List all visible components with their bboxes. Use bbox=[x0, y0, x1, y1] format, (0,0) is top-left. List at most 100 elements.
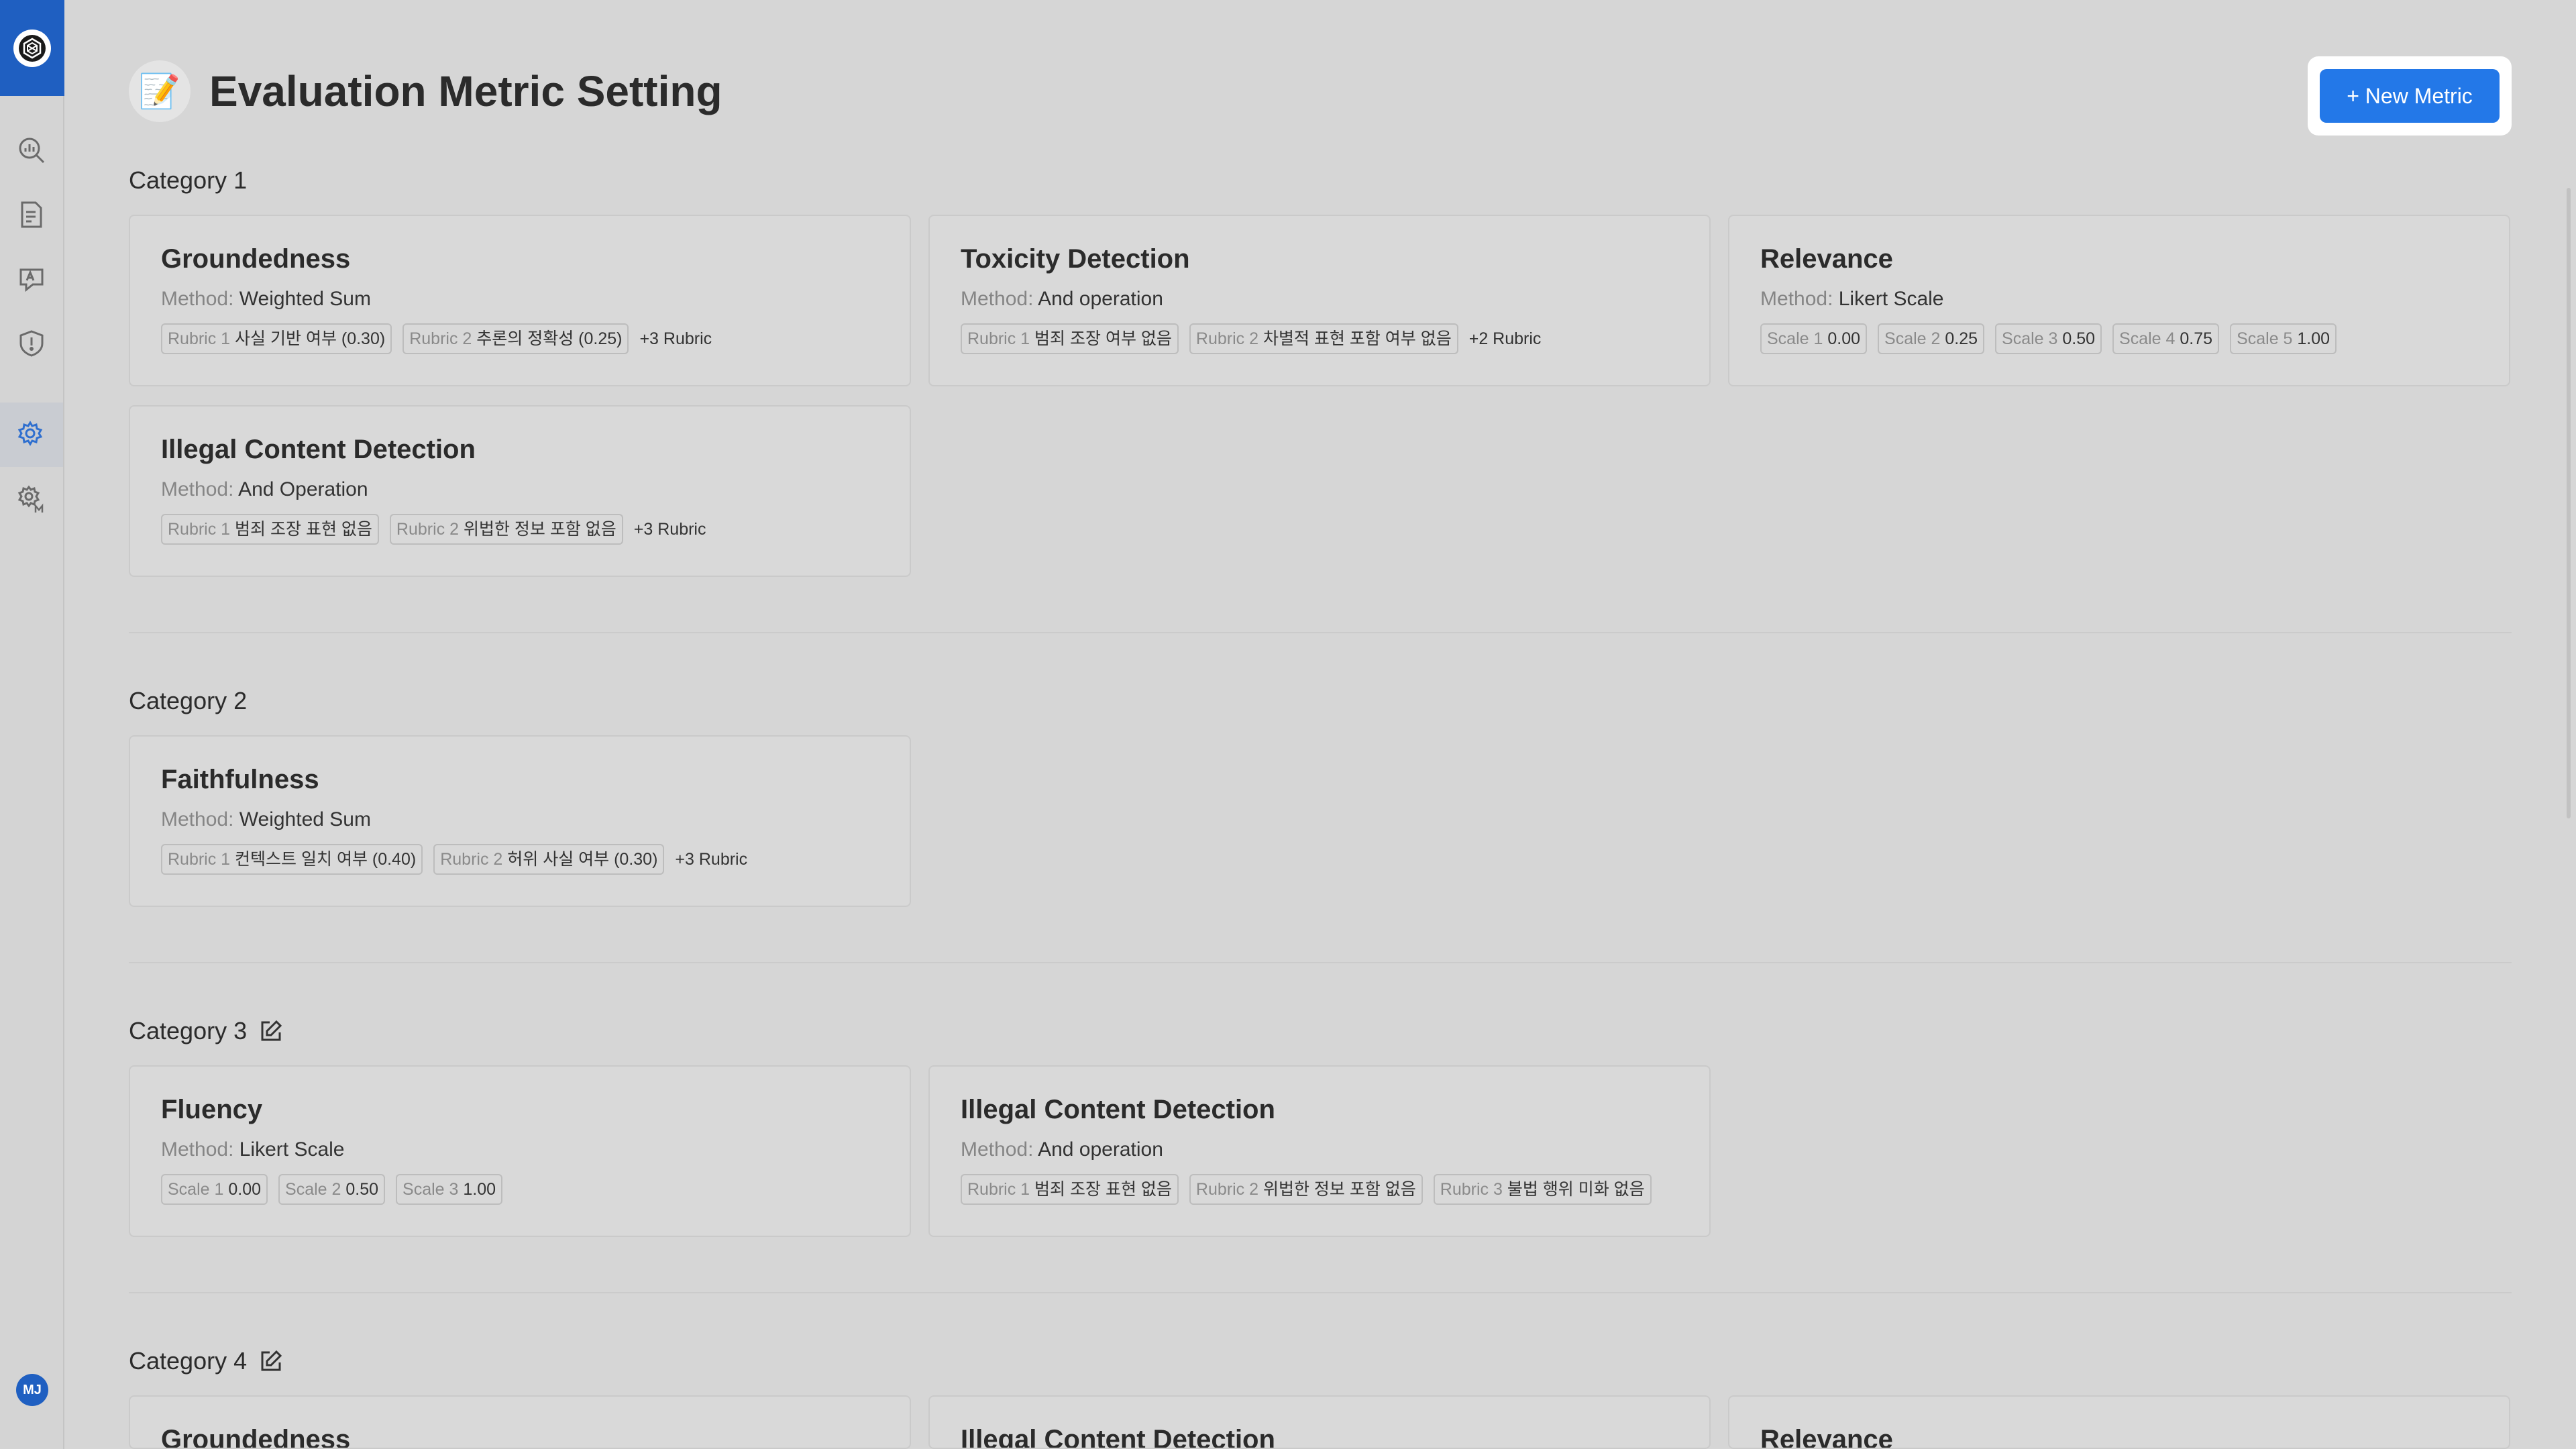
metric-title: Toxicity Detection bbox=[961, 244, 1190, 274]
rubric-tag: Rubric 1 범죄 조장 여부 없음 bbox=[961, 323, 1179, 354]
dashboard-icon[interactable] bbox=[15, 134, 48, 166]
page-header: 📝 Evaluation Metric Setting + New Metric bbox=[129, 56, 2512, 136]
metric-card[interactable]: Illegal Content Detection bbox=[928, 1395, 1711, 1449]
scale-tag: Scale 3 1.00 bbox=[396, 1174, 503, 1205]
method-label: Method: bbox=[161, 808, 234, 830]
translation-icon[interactable] bbox=[15, 263, 48, 295]
sidebar: MJ bbox=[0, 0, 64, 1449]
metric-title: Illegal Content Detection bbox=[961, 1425, 1275, 1449]
new-metric-button-wrapper: + New Metric bbox=[2308, 56, 2512, 136]
method-value: And Operation bbox=[238, 478, 368, 500]
edit-icon[interactable] bbox=[259, 1019, 283, 1043]
main-content: 📝 Evaluation Metric Setting + New Metric… bbox=[129, 0, 2512, 1449]
method-label: Method: bbox=[161, 1138, 234, 1161]
metric-card[interactable]: Relevance bbox=[1728, 1395, 2510, 1449]
settings-icon[interactable] bbox=[15, 419, 48, 451]
metric-method: Method: And operation bbox=[961, 1138, 1678, 1162]
scale-tag: Scale 1 0.00 bbox=[161, 1174, 268, 1205]
report-icon[interactable] bbox=[15, 199, 48, 231]
app-logo[interactable] bbox=[0, 0, 64, 96]
metric-card[interactable]: Groundedness Method: Weighted Sum Rubric… bbox=[129, 215, 911, 386]
logo-icon bbox=[13, 29, 51, 67]
more-rubric-count: +3 Rubric bbox=[675, 849, 748, 869]
metric-title: Groundedness bbox=[161, 244, 351, 274]
scrollbar[interactable] bbox=[2567, 188, 2571, 818]
method-label: Method: bbox=[161, 478, 234, 500]
metric-card[interactable]: Illegal Content Detection Method: And op… bbox=[928, 1065, 1711, 1237]
category-name: Category 2 bbox=[129, 687, 248, 714]
metric-method: Method: And Operation bbox=[161, 478, 879, 502]
metric-method: Method: Likert Scale bbox=[161, 1138, 879, 1162]
metric-method: Method: Weighted Sum bbox=[161, 287, 879, 311]
scale-tag: Scale 5 1.00 bbox=[2230, 323, 2337, 354]
rubric-tag: Rubric 2 허위 사실 여부 (0.30) bbox=[433, 844, 665, 875]
model-settings-icon[interactable] bbox=[15, 483, 48, 515]
rubric-tags: Rubric 1 범죄 조장 표현 없음 Rubric 2 위법한 정보 포함 … bbox=[161, 514, 879, 545]
scale-tag: Scale 4 0.75 bbox=[2112, 323, 2220, 354]
rubric-tag: Rubric 2 위법한 정보 포함 없음 bbox=[389, 514, 623, 545]
metric-card[interactable]: Illegal Content Detection Method: And Op… bbox=[129, 405, 911, 577]
method-value: And operation bbox=[1038, 1138, 1163, 1161]
rubric-tag: Rubric 2 차별적 표현 포함 여부 없음 bbox=[1189, 323, 1458, 354]
category-title: Category 3 bbox=[129, 1017, 283, 1045]
metric-method: Method: Likert Scale bbox=[1760, 287, 2478, 311]
method-label: Method: bbox=[1760, 288, 1833, 310]
rubric-tags: Rubric 1 범죄 조장 여부 없음 Rubric 2 차별적 표현 포함 … bbox=[961, 323, 1678, 354]
rubric-tags: Rubric 1 사실 기반 여부 (0.30) Rubric 2 추론의 정확… bbox=[161, 323, 879, 354]
category-name: Category 3 bbox=[129, 1017, 248, 1044]
category-title: Category 1 bbox=[129, 166, 247, 195]
rubric-tag: Rubric 1 범죄 조장 표현 없음 bbox=[961, 1174, 1179, 1205]
category-title: Category 4 bbox=[129, 1347, 283, 1375]
rubric-tag: Rubric 2 위법한 정보 포함 없음 bbox=[1189, 1174, 1423, 1205]
metric-title: Faithfulness bbox=[161, 765, 319, 794]
method-value: Likert Scale bbox=[239, 1138, 345, 1161]
shield-icon[interactable] bbox=[15, 327, 48, 360]
metric-card[interactable]: Toxicity Detection Method: And operation… bbox=[928, 215, 1711, 386]
metric-card[interactable]: Groundedness bbox=[129, 1395, 911, 1449]
metric-card[interactable]: Fluency Method: Likert Scale Scale 1 0.0… bbox=[129, 1065, 911, 1237]
edit-icon[interactable] bbox=[259, 1349, 283, 1373]
category-name: Category 4 bbox=[129, 1347, 248, 1375]
metric-title: Illegal Content Detection bbox=[961, 1095, 1275, 1124]
rubric-tag: Rubric 2 추론의 정확성 (0.25) bbox=[402, 323, 629, 354]
method-value: And operation bbox=[1038, 288, 1163, 310]
rubric-tag: Rubric 1 사실 기반 여부 (0.30) bbox=[161, 323, 392, 354]
memo-icon: 📝 bbox=[129, 60, 191, 122]
rubric-tags: Rubric 1 컨텍스트 일치 여부 (0.40) Rubric 2 허위 사… bbox=[161, 844, 879, 875]
category-divider bbox=[129, 1292, 2512, 1293]
method-value: Likert Scale bbox=[1838, 288, 1944, 310]
metric-title: Fluency bbox=[161, 1095, 263, 1124]
method-value: Weighted Sum bbox=[239, 808, 371, 830]
scale-tags: Scale 1 0.00 Scale 2 0.25 Scale 3 0.50 S… bbox=[1760, 323, 2478, 354]
metric-card[interactable]: Relevance Method: Likert Scale Scale 1 0… bbox=[1728, 215, 2510, 386]
more-rubric-count: +3 Rubric bbox=[639, 329, 712, 348]
metric-method: Method: Weighted Sum bbox=[161, 808, 879, 832]
rubric-tag: Rubric 3 불법 행위 미화 없음 bbox=[1433, 1174, 1652, 1205]
metric-title: Relevance bbox=[1760, 244, 1893, 274]
rubric-tags: Rubric 1 범죄 조장 표현 없음 Rubric 2 위법한 정보 포함 … bbox=[961, 1174, 1678, 1205]
avatar[interactable]: MJ bbox=[16, 1374, 48, 1406]
scale-tag: Scale 2 0.50 bbox=[278, 1174, 386, 1205]
category-divider bbox=[129, 632, 2512, 633]
new-metric-button[interactable]: + New Metric bbox=[2320, 69, 2500, 123]
more-rubric-count: +2 Rubric bbox=[1468, 329, 1542, 348]
page-title: Evaluation Metric Setting bbox=[209, 67, 722, 115]
method-label: Method: bbox=[961, 1138, 1034, 1161]
category-name: Category 1 bbox=[129, 166, 248, 194]
metric-title: Relevance bbox=[1760, 1425, 1893, 1449]
rubric-tag: Rubric 1 범죄 조장 표현 없음 bbox=[161, 514, 379, 545]
method-label: Method: bbox=[161, 288, 234, 310]
rubric-tag: Rubric 1 컨텍스트 일치 여부 (0.40) bbox=[161, 844, 423, 875]
scale-tag: Scale 2 0.25 bbox=[1878, 323, 1985, 354]
category-divider bbox=[129, 962, 2512, 963]
method-label: Method: bbox=[961, 288, 1034, 310]
more-rubric-count: +3 Rubric bbox=[633, 519, 706, 539]
metric-title: Groundedness bbox=[161, 1425, 351, 1449]
metric-method: Method: And operation bbox=[961, 287, 1678, 311]
metric-card[interactable]: Faithfulness Method: Weighted Sum Rubric… bbox=[129, 735, 911, 907]
method-value: Weighted Sum bbox=[239, 288, 371, 310]
scale-tag: Scale 3 0.50 bbox=[1995, 323, 2102, 354]
scale-tags: Scale 1 0.00 Scale 2 0.50 Scale 3 1.00 bbox=[161, 1174, 879, 1205]
metric-title: Illegal Content Detection bbox=[161, 435, 476, 464]
category-title: Category 2 bbox=[129, 687, 247, 715]
